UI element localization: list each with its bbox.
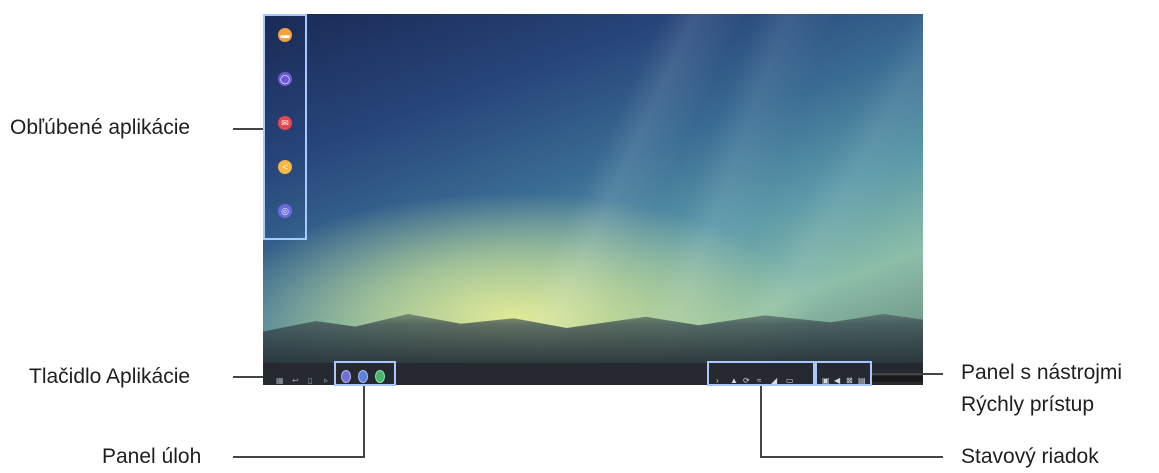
notification-icon[interactable]: ▲ <box>730 376 738 385</box>
wifi-icon[interactable]: ≈ <box>757 376 761 385</box>
status-bar-leader-v <box>760 386 762 458</box>
apps-button-label: Tlačidlo Aplikácie <box>29 365 191 388</box>
taskbar-leader-h <box>233 456 364 458</box>
favorite-apps-label: Obľúbené aplikácie <box>10 116 191 139</box>
display-icon[interactable]: ▣ <box>822 376 830 385</box>
status-bar-label: Stavový riadok <box>961 445 1099 468</box>
battery-icon[interactable]: ▭ <box>786 376 794 385</box>
home-icon[interactable]: ▹ <box>324 377 328 385</box>
app-1-icon[interactable] <box>341 370 351 383</box>
sync-icon[interactable]: ⟳ <box>743 376 750 385</box>
keyboard-icon[interactable]: ▤ <box>858 376 866 385</box>
apps-button-leader <box>233 376 263 378</box>
desktop-screen <box>263 14 923 385</box>
volume-icon[interactable]: ◀ <box>834 376 840 385</box>
quick-access-leader <box>872 373 943 375</box>
signal-icon[interactable]: ◢ <box>771 376 777 385</box>
quick-access-label-line1: Panel s nástrojmi <box>961 361 1123 384</box>
back-icon[interactable]: ↩ <box>292 377 299 385</box>
taskbar-label: Panel úloh <box>102 445 202 468</box>
quick-access-label-line2: Rýchly prístup <box>961 393 1095 416</box>
status-bar-leader-h <box>760 456 943 458</box>
screen-edge <box>872 376 923 382</box>
screenshot-icon[interactable]: ⊠ <box>846 376 853 385</box>
favorite-apps-leader <box>233 128 263 130</box>
taskbar-leader-v <box>363 386 365 458</box>
recent-icon[interactable]: ▯ <box>308 377 312 385</box>
favorite-apps-highlight <box>263 14 307 240</box>
app-2-icon[interactable] <box>358 370 368 383</box>
chevron-icon[interactable]: › <box>716 376 719 385</box>
apps-grid-icon[interactable]: ▦ <box>276 377 284 385</box>
app-3-icon[interactable] <box>375 370 385 383</box>
